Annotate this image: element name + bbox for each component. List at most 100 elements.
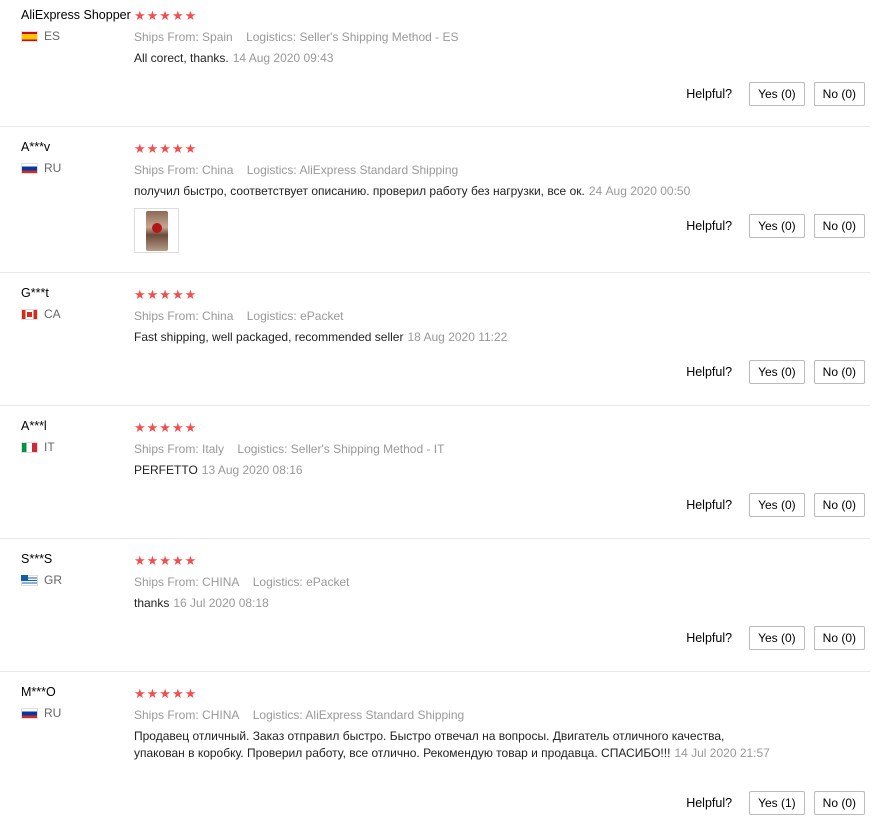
- review-text: Продавец отличный. Заказ отправил быстро…: [134, 729, 725, 760]
- logistics-label: Logistics:: [252, 575, 303, 589]
- helpful-yes-button[interactable]: Yes (1): [749, 791, 805, 815]
- ships-from-label: Ships From:: [134, 163, 199, 177]
- reviewer-country: RU: [21, 161, 131, 175]
- helpful-no-button[interactable]: No (0): [813, 493, 865, 517]
- canada-flag-icon: [21, 308, 38, 320]
- reviewer-info: AliExpress Shopper ES: [21, 8, 131, 43]
- helpful-section: Helpful? Yes (0) No (0): [686, 493, 865, 517]
- helpful-no-button[interactable]: No (0): [813, 214, 865, 238]
- ships-from-value: China: [202, 309, 234, 323]
- review-date: 14 Jul 2020 21:57: [674, 746, 770, 760]
- logistics-label: Logistics:: [252, 708, 303, 722]
- helpful-no-button[interactable]: No (0): [813, 360, 865, 384]
- helpful-yes-button[interactable]: Yes (0): [749, 626, 805, 650]
- ships-from-label: Ships From:: [134, 30, 199, 44]
- shipping-info: Ships From: China Logistics: AliExpress …: [134, 163, 774, 177]
- helpful-label: Helpful?: [686, 219, 733, 233]
- review-text: thanks: [134, 596, 170, 610]
- helpful-section: Helpful? Yes (0) No (0): [686, 360, 865, 384]
- country-code: CA: [44, 307, 61, 321]
- star-rating: ★★★★★: [134, 686, 198, 701]
- shipping-info: Ships From: Italy Logistics: Seller's Sh…: [134, 442, 774, 456]
- review-item: M***O RU ★★★★★ Ships From: CHINA Logisti…: [0, 672, 870, 829]
- ships-from-label: Ships From:: [134, 442, 199, 456]
- star-rating: ★★★★★: [134, 420, 198, 435]
- helpful-section: Helpful? Yes (0) No (0): [686, 214, 865, 238]
- review-text: Fast shipping, well packaged, recommende…: [134, 330, 404, 344]
- review-photo-thumbnail[interactable]: [134, 208, 179, 253]
- russia-flag-icon: [21, 707, 38, 719]
- italy-flag-icon: [21, 441, 38, 453]
- country-code: RU: [44, 161, 62, 175]
- review-text-line: Fast shipping, well packaged, recommende…: [134, 329, 774, 346]
- star-rating: ★★★★★: [134, 8, 198, 23]
- reviewer-info: S***S GR: [21, 552, 131, 587]
- review-body: ★★★★★ Ships From: China Logistics: ePack…: [134, 287, 774, 346]
- logistics-value: ePacket: [300, 309, 344, 323]
- helpful-no-button[interactable]: No (0): [813, 626, 865, 650]
- helpful-label: Helpful?: [686, 796, 733, 810]
- shipping-info: Ships From: China Logistics: ePacket: [134, 309, 774, 323]
- helpful-no-button[interactable]: No (0): [813, 82, 865, 106]
- shipping-info: Ships From: CHINA Logistics: AliExpress …: [134, 708, 774, 722]
- star-rating: ★★★★★: [134, 141, 198, 156]
- logistics-value: AliExpress Standard Shipping: [299, 163, 459, 177]
- star-rating: ★★★★★: [134, 287, 198, 302]
- review-item: AliExpress Shopper ES ★★★★★ Ships From: …: [0, 0, 870, 127]
- reviewer-info: M***O RU: [21, 685, 131, 720]
- helpful-label: Helpful?: [686, 498, 733, 512]
- country-code: IT: [44, 440, 55, 454]
- review-text-line: Продавец отличный. Заказ отправил быстро…: [134, 728, 774, 762]
- review-date: 16 Jul 2020 08:18: [173, 596, 269, 610]
- reviewer-country: IT: [21, 440, 131, 454]
- country-code: GR: [44, 573, 62, 587]
- logistics-label: Logistics:: [237, 442, 288, 456]
- helpful-yes-button[interactable]: Yes (0): [749, 493, 805, 517]
- review-date: 24 Aug 2020 00:50: [588, 184, 691, 198]
- reviewer-info: A***l IT: [21, 419, 131, 454]
- review-date: 14 Aug 2020 09:43: [232, 51, 334, 65]
- review-text: All corect, thanks.: [134, 51, 229, 65]
- shipping-info: Ships From: CHINA Logistics: ePacket: [134, 575, 774, 589]
- spain-flag-icon: [21, 30, 38, 42]
- helpful-section: Helpful? Yes (1) No (0): [686, 791, 865, 815]
- helpful-yes-button[interactable]: Yes (0): [749, 360, 805, 384]
- review-body: ★★★★★ Ships From: China Logistics: AliEx…: [134, 141, 774, 253]
- review-photo-image: [145, 210, 168, 251]
- star-rating: ★★★★★: [134, 553, 198, 568]
- country-code: RU: [44, 706, 62, 720]
- helpful-label: Helpful?: [686, 87, 733, 101]
- review-body: ★★★★★ Ships From: CHINA Logistics: ePack…: [134, 553, 774, 612]
- reviewer-country: ES: [21, 29, 131, 43]
- logistics-value: Seller's Shipping Method - IT: [290, 442, 445, 456]
- reviewer-info: G***t CA: [21, 286, 131, 321]
- review-text-line: All corect, thanks. 14 Aug 2020 09:43: [134, 50, 774, 67]
- reviewer-country: GR: [21, 573, 131, 587]
- ships-from-label: Ships From:: [134, 309, 199, 323]
- logistics-label: Logistics:: [246, 163, 297, 177]
- helpful-section: Helpful? Yes (0) No (0): [686, 82, 865, 106]
- logistics-label: Logistics:: [246, 309, 297, 323]
- reviewer-name: A***l: [21, 419, 47, 433]
- logistics-value: Seller's Shipping Method - ES: [299, 30, 459, 44]
- review-text: PERFETTO: [134, 463, 198, 477]
- greece-flag-icon: [21, 574, 38, 586]
- review-item: A***l IT ★★★★★ Ships From: Italy Logisti…: [0, 406, 870, 539]
- ships-from-label: Ships From:: [134, 708, 199, 722]
- review-text-line: PERFETTO 13 Aug 2020 08:16: [134, 462, 774, 479]
- reviewer-name: G***t: [21, 286, 49, 300]
- ships-from-value: Spain: [202, 30, 233, 44]
- review-list: AliExpress Shopper ES ★★★★★ Ships From: …: [0, 0, 895, 829]
- helpful-label: Helpful?: [686, 365, 733, 379]
- review-item: S***S GR ★★★★★ Ships From: CHINA Logisti…: [0, 539, 870, 672]
- shipping-info: Ships From: Spain Logistics: Seller's Sh…: [134, 30, 774, 44]
- reviewer-name: AliExpress Shopper: [21, 8, 131, 22]
- helpful-no-button[interactable]: No (0): [813, 791, 865, 815]
- country-code: ES: [44, 29, 61, 43]
- reviewer-name: S***S: [21, 552, 53, 566]
- helpful-yes-button[interactable]: Yes (0): [749, 214, 805, 238]
- ships-from-value: China: [202, 163, 234, 177]
- review-date: 18 Aug 2020 11:22: [407, 330, 508, 344]
- helpful-yes-button[interactable]: Yes (0): [749, 82, 805, 106]
- ships-from-value: CHINA: [202, 708, 240, 722]
